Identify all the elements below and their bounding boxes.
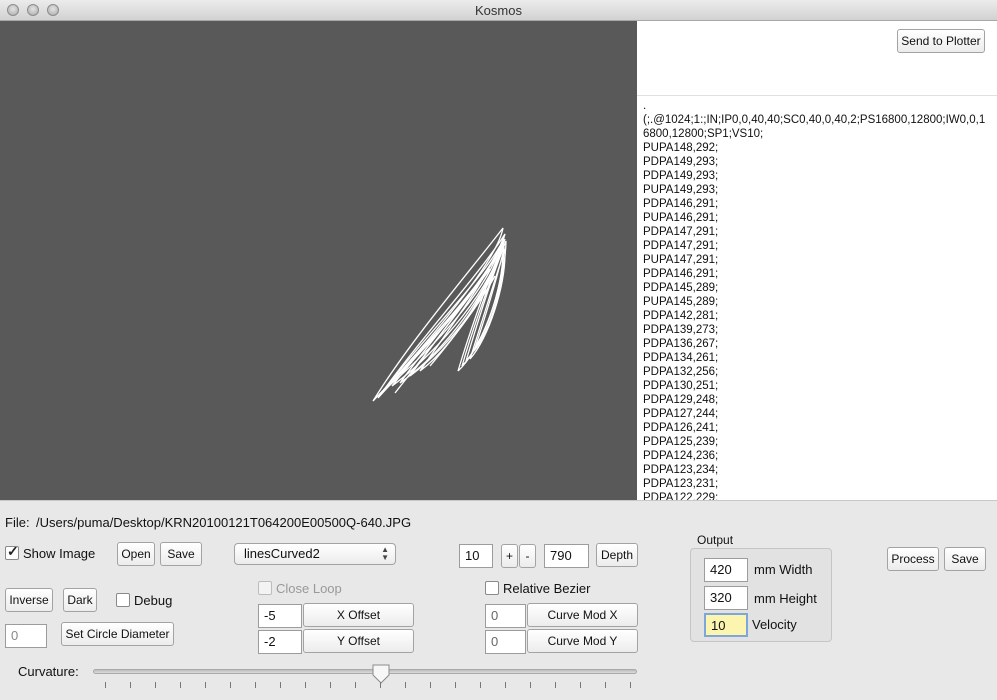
- mode-select[interactable]: linesCurved2 ▲ ▼: [234, 543, 396, 565]
- slider-tick: [380, 682, 381, 688]
- plotter-toolbar: Send to Plotter: [637, 21, 997, 95]
- curvature-label: Curvature:: [18, 664, 79, 679]
- checkmark-icon: ✓: [7, 543, 19, 559]
- curve-mod-x-input[interactable]: 0: [485, 604, 526, 628]
- curvature-slider-thumb[interactable]: [372, 664, 390, 684]
- slider-tick: [305, 682, 306, 688]
- x-offset-button[interactable]: X Offset: [303, 603, 414, 627]
- height-label: mm Height: [754, 591, 817, 606]
- drawing-canvas[interactable]: [0, 21, 637, 500]
- depth-plus-button[interactable]: +: [501, 544, 518, 568]
- slider-tick: [180, 682, 181, 688]
- minimize-window-button[interactable]: [27, 4, 39, 16]
- curve-loop: [387, 282, 481, 388]
- save-output-button[interactable]: Save: [944, 547, 986, 571]
- depth-input[interactable]: 10: [459, 544, 493, 568]
- slider-tick: [455, 682, 456, 688]
- depth-button[interactable]: Depth: [596, 543, 638, 567]
- inverse-button[interactable]: Inverse: [5, 588, 53, 612]
- file-path: /Users/puma/Desktop/KRN20100121T064200E0…: [36, 515, 412, 530]
- slider-tick: [155, 682, 156, 688]
- curve-drawing: [372, 227, 507, 402]
- relative-bezier-label: Relative Bezier: [503, 581, 591, 596]
- curve-mod-y-button[interactable]: Curve Mod Y: [527, 629, 638, 653]
- slider-tick: [280, 682, 281, 688]
- slider-tick: [130, 682, 131, 688]
- width-input[interactable]: 420: [704, 558, 748, 582]
- curve-mod-x-button[interactable]: Curve Mod X: [527, 603, 638, 627]
- close-window-button[interactable]: [7, 4, 19, 16]
- y-offset-button[interactable]: Y Offset: [303, 629, 414, 653]
- output-group-title: Output: [697, 533, 734, 547]
- mode-selected-value: linesCurved2: [244, 546, 320, 561]
- curve-strokes: [372, 227, 507, 402]
- zoom-window-button[interactable]: [47, 4, 59, 16]
- depth-max-input[interactable]: 790: [544, 544, 589, 568]
- velocity-label: Velocity: [752, 617, 797, 632]
- curve-mod-y-input[interactable]: 0: [485, 630, 526, 654]
- open-button[interactable]: Open: [117, 542, 155, 566]
- slider-tick: [330, 682, 331, 688]
- width-label: mm Width: [754, 562, 813, 577]
- slider-tick: [105, 682, 106, 688]
- curvature-slider-track[interactable]: [93, 669, 637, 674]
- window-title: Kosmos: [475, 3, 522, 18]
- slider-tick: [355, 682, 356, 688]
- updown-arrows-icon: ▲ ▼: [381, 545, 389, 562]
- depth-minus-button[interactable]: -: [519, 544, 536, 568]
- velocity-input[interactable]: 10: [704, 613, 748, 637]
- show-image-checkbox[interactable]: ✓: [5, 543, 19, 560]
- close-loop-label: Close Loop: [276, 581, 342, 596]
- hpgl-output-text[interactable]: . (;.@1024;1:;IN;IP0,0,40,40;SC0,40,0,40…: [637, 95, 997, 500]
- slider-tick: [580, 682, 581, 688]
- slider-tick: [530, 682, 531, 688]
- close-loop-checkbox[interactable]: [258, 581, 272, 595]
- slider-tick: [205, 682, 206, 688]
- slider-tick: [480, 682, 481, 688]
- slider-tick: [255, 682, 256, 688]
- slider-tick: [405, 682, 406, 688]
- slider-tick: [505, 682, 506, 688]
- dark-button[interactable]: Dark: [63, 588, 97, 612]
- slider-tick: [605, 682, 606, 688]
- y-offset-input[interactable]: -2: [258, 630, 302, 654]
- save-image-button[interactable]: Save: [160, 542, 202, 566]
- show-image-label: Show Image: [23, 546, 96, 561]
- title-bar: Kosmos: [0, 0, 997, 21]
- slider-tick: [555, 682, 556, 688]
- debug-checkbox[interactable]: [116, 593, 130, 607]
- slider-tick: [630, 682, 631, 688]
- relative-bezier-checkbox[interactable]: [485, 581, 499, 595]
- slider-tick: [230, 682, 231, 688]
- send-to-plotter-button[interactable]: Send to Plotter: [897, 29, 985, 53]
- file-label: File:: [5, 515, 30, 530]
- x-offset-input[interactable]: -5: [258, 604, 302, 628]
- set-circle-diameter-button[interactable]: Set Circle Diameter: [61, 622, 174, 646]
- circle-diameter-input[interactable]: 0: [5, 624, 47, 648]
- process-button[interactable]: Process: [887, 547, 939, 571]
- slider-tick: [430, 682, 431, 688]
- debug-label: Debug: [134, 593, 173, 608]
- height-input[interactable]: 320: [704, 586, 748, 610]
